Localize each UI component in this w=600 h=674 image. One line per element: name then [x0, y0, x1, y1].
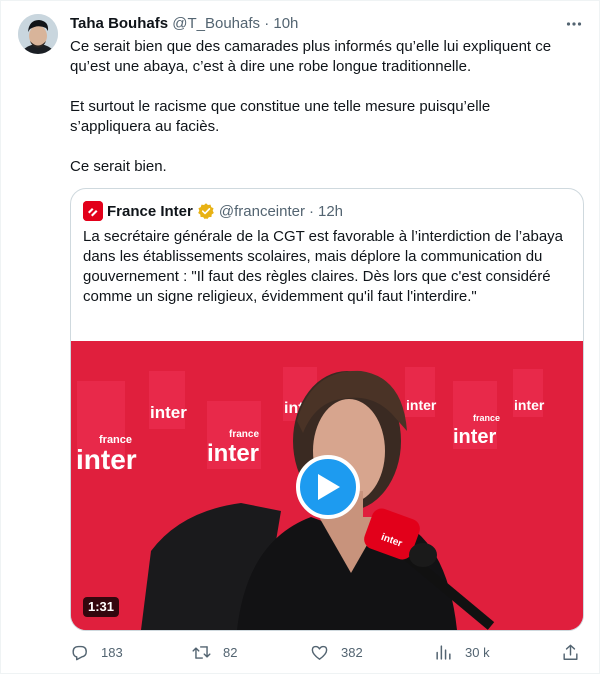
tweet-paragraph: Ce serait bien. [70, 158, 167, 175]
backdrop-logo-text: inter [76, 444, 137, 475]
tweet-text: Ce serait bien que des camarades plus in… [70, 37, 570, 177]
quoted-author-name[interactable]: France Inter [107, 203, 193, 220]
like-count: 382 [341, 644, 363, 660]
separator-dot: · [264, 15, 270, 32]
svg-text:inter: inter [514, 397, 545, 413]
reply-count: 183 [101, 644, 123, 660]
svg-text:france: france [99, 434, 132, 446]
svg-text:inter: inter [150, 403, 187, 422]
views-icon [436, 644, 451, 660]
verified-badge-icon [198, 203, 214, 220]
reply-icon [72, 645, 87, 660]
svg-text:inter: inter [406, 397, 437, 413]
svg-text:inter: inter [453, 426, 497, 448]
avatar[interactable] [18, 14, 58, 54]
retweet-count: 82 [223, 644, 238, 660]
svg-text:france: france [473, 413, 500, 423]
more-icon [566, 22, 582, 26]
share-icon [563, 644, 578, 660]
author-handle[interactable]: @T_Bouhafs [172, 15, 260, 32]
quoted-text: La secrétaire générale de la CGT est fav… [83, 228, 563, 305]
like-icon [311, 645, 328, 660]
play-button[interactable] [296, 455, 360, 519]
tweet-header: Taha Bouhafs @T_Bouhafs · 10h [70, 14, 298, 34]
retweet-button[interactable]: 82 [192, 641, 237, 663]
tweet: Taha Bouhafs @T_Bouhafs · 10h Ce serait … [0, 0, 600, 674]
video-player[interactable]: inter france inter inter france inter in… [71, 341, 583, 630]
separator-dot: · [308, 202, 314, 220]
quoted-author-handle[interactable]: @franceinter [219, 203, 305, 220]
video-duration: 1:31 [83, 597, 120, 617]
tweet-paragraph: Ce serait bien que des camarades plus in… [70, 38, 552, 75]
reply-button[interactable]: 183 [70, 641, 123, 663]
quoted-tweet[interactable]: France Inter @franceinter · 12h La secré… [70, 188, 584, 631]
retweet-icon [192, 645, 211, 659]
svg-text:inter: inter [207, 440, 259, 467]
tweet-timestamp[interactable]: 10h [273, 15, 298, 32]
action-bar: 183 82 382 30 k [70, 641, 584, 663]
play-icon [318, 474, 340, 500]
franceinter-logo-icon [83, 201, 103, 221]
views-count: 30 k [465, 644, 490, 660]
views-button[interactable]: 30 k [434, 641, 490, 663]
avatar-image [18, 14, 58, 54]
tweet-paragraph: Et surtout le racisme que constitue une … [70, 98, 491, 135]
like-button[interactable]: 382 [310, 641, 363, 663]
share-button[interactable] [561, 641, 580, 663]
quoted-header: France Inter @franceinter · 12h [83, 201, 343, 221]
svg-text:france: france [229, 429, 259, 440]
quoted-timestamp[interactable]: 12h [318, 203, 343, 220]
more-options-button[interactable] [561, 13, 587, 35]
author-name[interactable]: Taha Bouhafs [70, 15, 168, 32]
